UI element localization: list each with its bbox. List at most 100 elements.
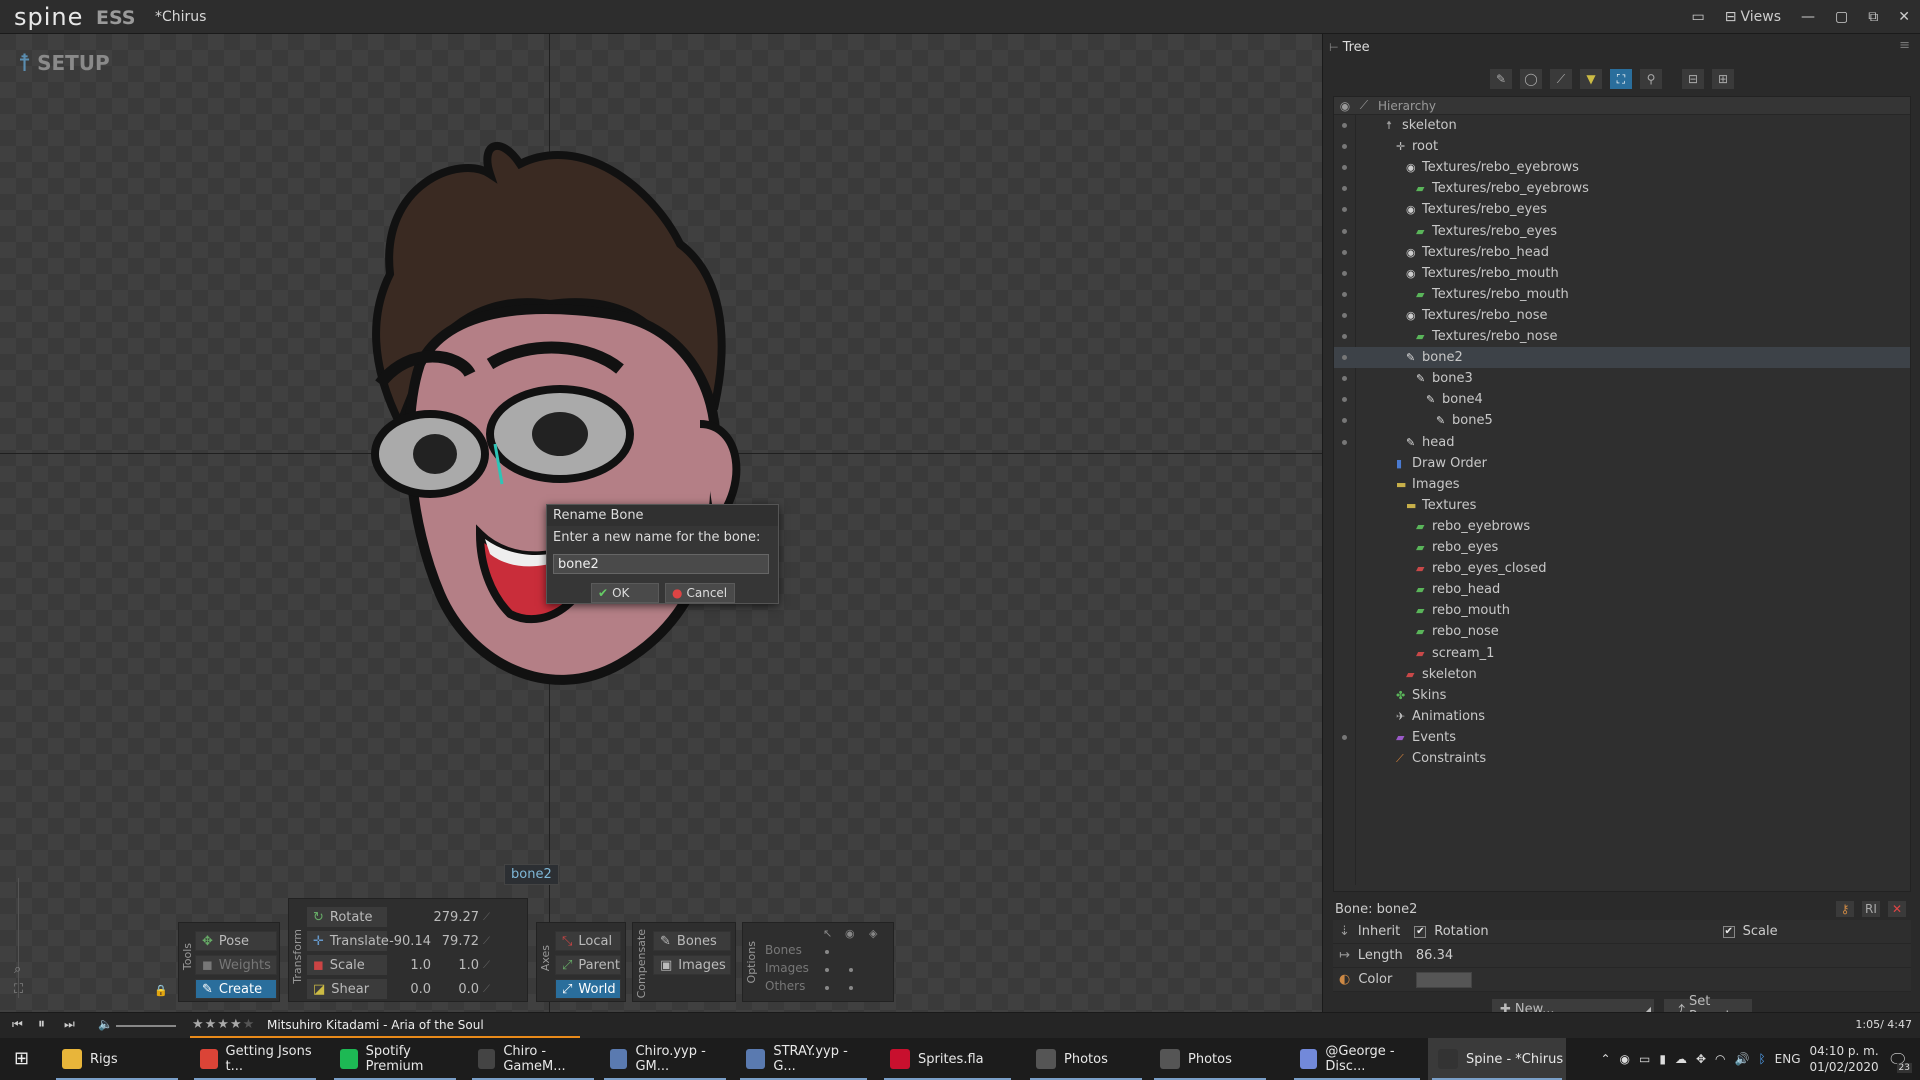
tree-row[interactable]: ✎ bone2 [1334,347,1910,369]
rotate-value[interactable]: 279.27 [387,910,483,925]
tree-row[interactable]: ⟋ Constraints [1334,748,1910,769]
rating-stars[interactable]: ★★★★★ [192,1017,255,1032]
tree-row[interactable]: ▰ Events [1334,727,1910,748]
taskbar-item[interactable]: Photos [1026,1038,1146,1080]
tree-row[interactable]: ▰ Textures/rebo_eyebrows [1334,178,1910,199]
tree-row[interactable]: ▰ rebo_head [1334,579,1910,600]
tree-row[interactable]: ▰ rebo_eyes [1334,537,1910,558]
filter-bones-icon[interactable]: ✎ [1489,68,1513,90]
tree-row[interactable]: ✎ bone4 [1334,389,1910,410]
visibility-dot[interactable] [1342,207,1347,213]
rotate-pin-icon[interactable]: ⟋ [483,912,490,923]
compensate-bones-button[interactable]: ✎ Bones [653,931,731,951]
scale-row[interactable]: ◼ Scale 1.0 1.0 ⟋ [307,955,490,975]
rotate-row[interactable]: ↻ Rotate 279.27 ⟋ [307,907,490,927]
battery-icon[interactable]: ▮ [1659,1052,1666,1066]
tree-row[interactable]: ▬ Textures [1334,495,1910,516]
translate-row[interactable]: ✛ Translate -90.14 79.72 ⟋ [307,931,490,951]
tree-row[interactable]: ◉ Textures/rebo_eyes [1334,199,1910,220]
visibility-dot[interactable] [1342,165,1347,171]
volume-slider[interactable] [116,1025,176,1027]
taskbar-item[interactable]: Spotify Premium [330,1038,460,1080]
visibility-dot[interactable] [1342,376,1347,382]
search-icon[interactable]: ⚲ [1639,68,1663,90]
tree-row[interactable]: ✤ Skins [1334,685,1910,706]
language-indicator[interactable]: ENG [1775,1052,1801,1066]
views-menu[interactable]: ⊟ Views [1715,9,1791,25]
tree-row[interactable]: ☨ skeleton [1334,115,1910,136]
bluetooth-icon[interactable]: ᛒ [1758,1052,1765,1066]
visibility-dot[interactable] [1342,123,1347,128]
tree-row[interactable]: ▮ Draw Order [1334,453,1910,474]
clock[interactable]: 04:10 p. m. 01/02/2020 [1810,1043,1879,1075]
taskbar-item[interactable]: Chiro.yyp - GM... [600,1038,730,1080]
windows-start-icon[interactable]: ⊞ [14,1048,29,1069]
character-head-artwork[interactable] [320,124,760,724]
taskbar-item[interactable]: Sprites.fla [880,1038,1015,1080]
shear-y-value[interactable]: 0.0 [435,982,483,997]
zoom-slider[interactable] [18,878,24,998]
close-button[interactable]: ✕ [1888,9,1920,25]
others-visible-toggle[interactable] [849,986,853,990]
filter-attachments-icon[interactable]: ⟋ [1549,68,1573,90]
key-icon[interactable]: ⚷ [1835,900,1855,918]
speaker-icon[interactable]: 🔊 [1735,1052,1750,1066]
scale-y-value[interactable]: 1.0 [435,958,483,973]
shear-row[interactable]: ◪ Shear 0.0 0.0 ⟋ [307,979,490,999]
tree-row[interactable]: ▰ Textures/rebo_eyes [1334,221,1910,242]
translate-y-value[interactable]: 79.72 [435,934,483,949]
zoom-icon[interactable]: ⌕ [14,962,21,977]
tree-row[interactable]: ◉ Textures/rebo_eyebrows [1334,157,1910,178]
ok-button[interactable]: ✔ OK [591,583,659,603]
shear-x-value[interactable]: 0.0 [387,982,435,997]
visibility-dot[interactable] [1342,734,1347,740]
taskbar-item[interactable]: @George - Disc... [1290,1038,1424,1080]
visibility-dot[interactable] [1342,397,1347,403]
float-button[interactable]: ⧉ [1858,9,1888,25]
next-track-icon[interactable]: ⏭ [64,1017,75,1032]
tree-row[interactable]: ◉ Textures/rebo_head [1334,242,1910,263]
translate-x-value[interactable]: -90.14 [387,934,435,949]
expand-all-icon[interactable]: ⊞ [1711,68,1735,90]
scale-pin-icon[interactable]: ⟋ [483,960,490,971]
prev-track-icon[interactable]: ⏮ [12,1017,23,1032]
tree-tab[interactable]: ⊢ Tree [1329,36,1370,58]
cancel-button[interactable]: ● Cancel [665,583,735,603]
visibility-dot[interactable] [1342,439,1347,445]
tree-row[interactable]: ✛ root [1334,136,1910,157]
pause-icon[interactable]: ⏸ [38,1016,45,1032]
tree-row[interactable]: ▰ scream_1 [1334,643,1910,664]
display-icon[interactable]: ▭ [1639,1052,1650,1066]
notifications-icon[interactable]: 🗨 23 [1888,1050,1912,1073]
taskbar-item[interactable]: Photos [1150,1038,1270,1080]
taskbar-item[interactable]: STRAY.yyp - G... [736,1038,871,1080]
visibility-dot[interactable] [1342,291,1347,297]
tree-row[interactable]: ✎ head [1334,432,1910,453]
inherit-scale-checkbox[interactable]: ✔ [1722,925,1735,938]
images-select-toggle[interactable] [825,968,829,972]
weights-tool-button[interactable]: ◼ Weights [195,955,277,975]
tree-row[interactable]: ▬ Images [1334,474,1910,495]
visibility-dot[interactable] [1342,334,1347,339]
monitor-icon[interactable]: ▭ [1682,9,1715,25]
tree-row[interactable]: ✈ Animations [1334,706,1910,727]
inherit-rotation-checkbox[interactable]: ✔ [1414,925,1427,938]
wifi-icon[interactable]: ◠ [1715,1052,1725,1066]
tree-row[interactable]: ✎ bone3 [1334,368,1910,389]
others-select-toggle[interactable] [825,986,829,990]
panel-menu-icon[interactable]: ≡ [1899,38,1910,53]
images-visible-toggle[interactable] [849,968,853,972]
parent-axes-button[interactable]: ⤢ Parent [555,955,621,975]
shear-pin-icon[interactable]: ⟋ [483,984,490,995]
local-axes-button[interactable]: ⤡ Local [555,931,621,951]
taskbar-item[interactable]: Getting Jsons t... [190,1038,320,1080]
tree-row[interactable]: ▰ Textures/rebo_mouth [1334,284,1910,305]
taskbar-item[interactable]: Rigs [52,1038,182,1080]
visibility-dot[interactable] [1342,186,1347,192]
editor-viewport[interactable]: ☨ SETUP bone2 Rename Bone Enter a new na… [0,34,1322,1012]
create-tool-button[interactable]: ✎ Create [195,979,277,999]
tree-row[interactable]: ◉ Textures/rebo_mouth [1334,263,1910,284]
bone-name-input[interactable] [553,554,769,574]
bones-select-toggle[interactable] [825,950,829,954]
compensate-images-button[interactable]: ▣ Images [653,955,731,975]
